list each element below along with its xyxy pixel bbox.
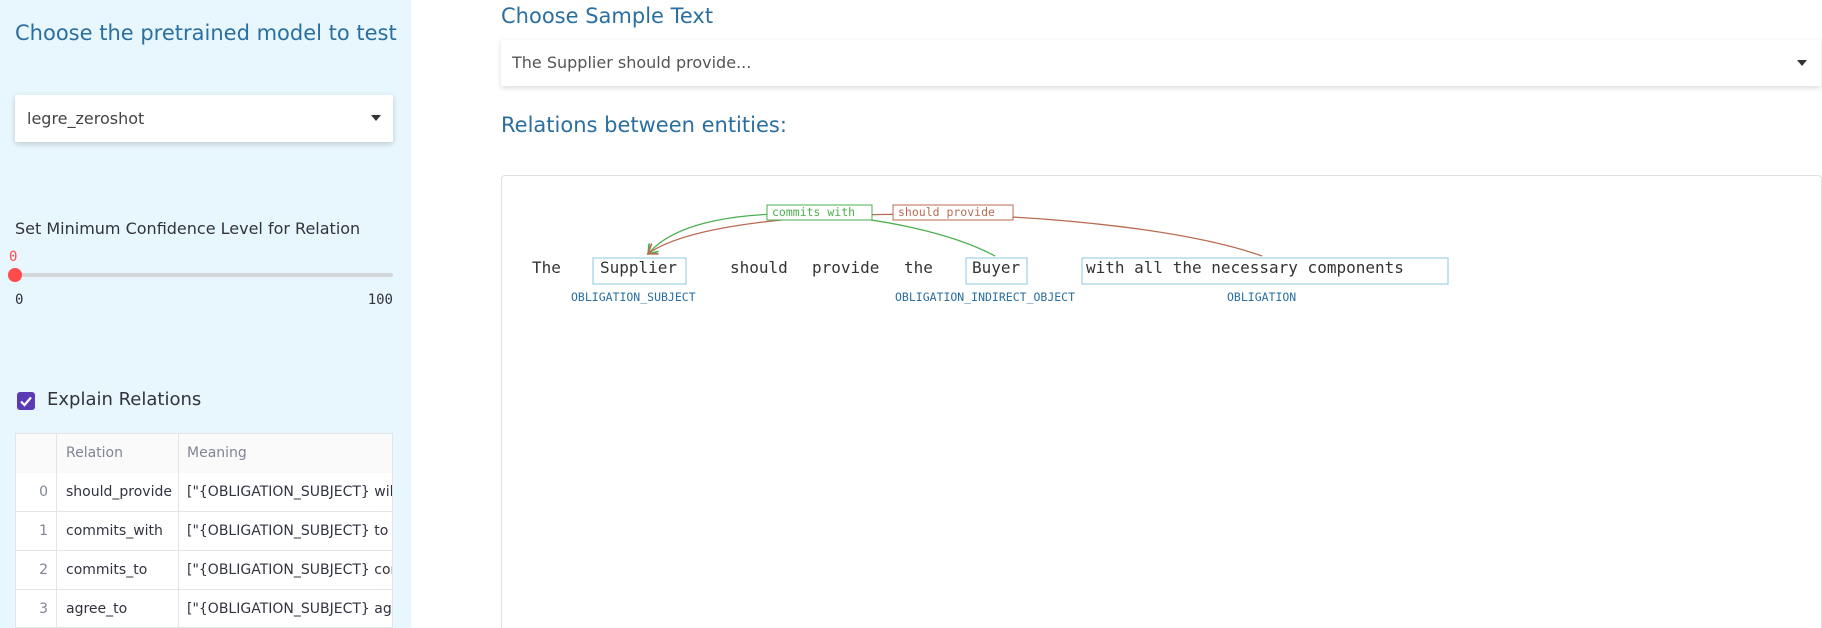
confidence-slider-thumb[interactable] xyxy=(8,268,22,282)
entity-label-buyer: OBLIGATION_INDIRECT_OBJECT xyxy=(895,290,1075,304)
confidence-slider-min: 0 xyxy=(15,292,24,308)
table-header-relation[interactable]: Relation xyxy=(57,434,179,473)
sample-text-heading: Choose Sample Text xyxy=(501,4,714,28)
table-row[interactable]: 2 commits_to ["{OBLIGATION_SUBJECT} comm xyxy=(16,551,392,590)
token-obligation: with all the necessary components xyxy=(1086,258,1404,277)
confidence-slider-track[interactable] xyxy=(15,273,393,277)
row-relation: agree_to xyxy=(57,590,179,627)
row-relation: commits_to xyxy=(57,551,179,590)
row-index: 3 xyxy=(16,590,57,627)
table-header-row: Relation Meaning xyxy=(16,434,392,473)
table-header-meaning[interactable]: Meaning xyxy=(179,434,392,473)
relation-label-should-provide: should provide xyxy=(898,205,995,219)
explain-relations-checkbox[interactable] xyxy=(17,392,35,410)
token-provide: provide xyxy=(812,258,879,277)
row-meaning: ["{OBLIGATION_SUBJECT} comm xyxy=(187,562,392,578)
row-meaning: ["{OBLIGATION_SUBJECT} to {O xyxy=(187,523,393,539)
relations-heading: Relations between entities: xyxy=(501,113,787,137)
token-supplier: Supplier xyxy=(600,258,677,277)
row-index: 1 xyxy=(16,512,57,551)
checkmark-icon xyxy=(20,396,32,407)
entity-label-supplier: OBLIGATION_SUBJECT xyxy=(571,290,696,304)
chevron-down-icon xyxy=(1797,60,1807,66)
explain-relations-label: Explain Relations xyxy=(47,389,202,410)
token-should: should xyxy=(730,258,788,277)
sample-text-select[interactable]: The Supplier should provide... xyxy=(501,40,1821,86)
relation-diagram: commits with should provide The Supplier… xyxy=(501,175,1822,628)
row-index: 0 xyxy=(16,473,57,512)
row-meaning: ["{OBLIGATION_SUBJECT} will p xyxy=(187,484,393,500)
table-row[interactable]: 3 agree_to ["{OBLIGATION_SUBJECT} agre xyxy=(16,590,393,627)
table-header-index xyxy=(16,434,57,473)
entity-label-obligation: OBLIGATION xyxy=(1227,290,1296,304)
table-row[interactable]: 1 commits_with ["{OBLIGATION_SUBJECT} to… xyxy=(16,512,393,551)
relations-table[interactable]: Relation Meaning 0 should_provide ["{OBL… xyxy=(15,433,393,628)
relation-diagram-svg: commits with should provide The Supplier… xyxy=(532,204,1449,304)
row-meaning: ["{OBLIGATION_SUBJECT} agre xyxy=(187,601,393,617)
model-select-value: legre_zeroshot xyxy=(27,109,145,128)
sample-text-value: The Supplier should provide... xyxy=(512,53,752,72)
confidence-slider-label: Set Minimum Confidence Level for Relatio… xyxy=(15,219,361,238)
row-relation: should_provide xyxy=(57,473,179,512)
table-row[interactable]: 0 should_provide ["{OBLIGATION_SUBJECT} … xyxy=(16,473,393,512)
token-the-2: the xyxy=(904,258,933,277)
row-relation: commits_with xyxy=(57,512,179,551)
token-buyer: Buyer xyxy=(972,258,1021,277)
confidence-slider-value: 0 xyxy=(9,249,18,265)
chevron-down-icon xyxy=(371,115,381,121)
model-select-title: Choose the pretrained model to test xyxy=(15,21,397,45)
relation-label-commits-with: commits with xyxy=(772,205,855,219)
sidebar: Choose the pretrained model to test legr… xyxy=(0,0,411,628)
token-the: The xyxy=(532,258,561,277)
row-index: 2 xyxy=(16,551,57,590)
model-select[interactable]: legre_zeroshot xyxy=(15,95,393,142)
confidence-slider-max: 100 xyxy=(367,292,393,308)
